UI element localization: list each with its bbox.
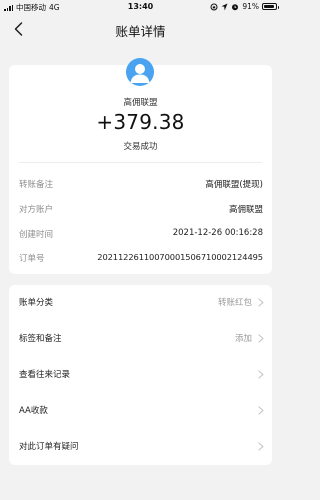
action-label: 标签和备注 [19, 334, 62, 344]
transaction-status: 交易成功 [123, 142, 158, 152]
location-icon [221, 3, 228, 10]
order-number-value: 20211226110070001506710002124495 [97, 252, 263, 262]
merchant-avatar [126, 58, 154, 86]
chevron-right-icon [258, 298, 264, 307]
chevron-right-icon [258, 406, 264, 415]
status-right: 91% [210, 2, 279, 11]
chevron-right-icon [258, 442, 264, 451]
detail-label: 订单号 [19, 254, 45, 264]
divider [19, 162, 262, 163]
detail-value: 2021-12-26 00:16:28 [172, 228, 263, 238]
bill-actions-card: 账单分类 转账红包 标签和备注 添加 查看往来记录 AA收款 对此订单有疑问 [9, 285, 272, 465]
detail-label: 创建时间 [19, 230, 54, 240]
action-label: AA收款 [19, 406, 48, 416]
detail-row-order-number: 订单号 20211226110070001506710002124495 [19, 252, 263, 266]
detail-value: 高佣联盟 [228, 205, 263, 215]
action-row-history[interactable]: 查看往来记录 [9, 357, 272, 393]
bill-detail-card: 高佣联盟 +379.38 交易成功 转账备注 高佣联盟(提现) 对方账户 高佣联… [9, 58, 272, 274]
status-bar: 中国移动 4G 13:40 91% [0, 0, 281, 14]
action-value: 添加 [234, 334, 252, 344]
action-label: 查看往来记录 [19, 370, 71, 380]
detail-row-created-time: 创建时间 2021-12-26 00:16:28 [19, 228, 263, 242]
action-value: 转账红包 [217, 298, 252, 308]
merchant-name: 高佣联盟 [123, 98, 158, 108]
battery-icon [262, 3, 279, 10]
detail-value: 高佣联盟(提现) [205, 180, 263, 190]
user-icon [130, 64, 150, 83]
detail-row-counterparty: 对方账户 高佣联盟 [19, 203, 263, 217]
screen-rotation-lock-icon [210, 3, 218, 10]
transaction-amount: +379.38 [96, 110, 185, 134]
detail-label: 对方账户 [19, 205, 54, 215]
chevron-right-icon [258, 370, 264, 379]
alarm-icon [232, 3, 239, 10]
action-label: 账单分类 [19, 298, 54, 308]
page-title: 账单详情 [115, 24, 166, 39]
action-row-order-question[interactable]: 对此订单有疑问 [9, 429, 272, 465]
action-row-category[interactable]: 账单分类 转账红包 [9, 285, 272, 321]
detail-row-remark: 转账备注 高佣联盟(提现) [19, 178, 263, 192]
action-row-aa-collect[interactable]: AA收款 [9, 393, 272, 429]
detail-label: 转账备注 [19, 180, 54, 190]
action-label: 对此订单有疑问 [19, 442, 79, 452]
chevron-right-icon [258, 334, 264, 343]
navigation-bar: 账单详情 [0, 14, 281, 44]
battery-percent: 91% [242, 2, 259, 11]
action-row-tags-notes[interactable]: 标签和备注 添加 [9, 321, 272, 357]
battery-level [264, 5, 274, 8]
